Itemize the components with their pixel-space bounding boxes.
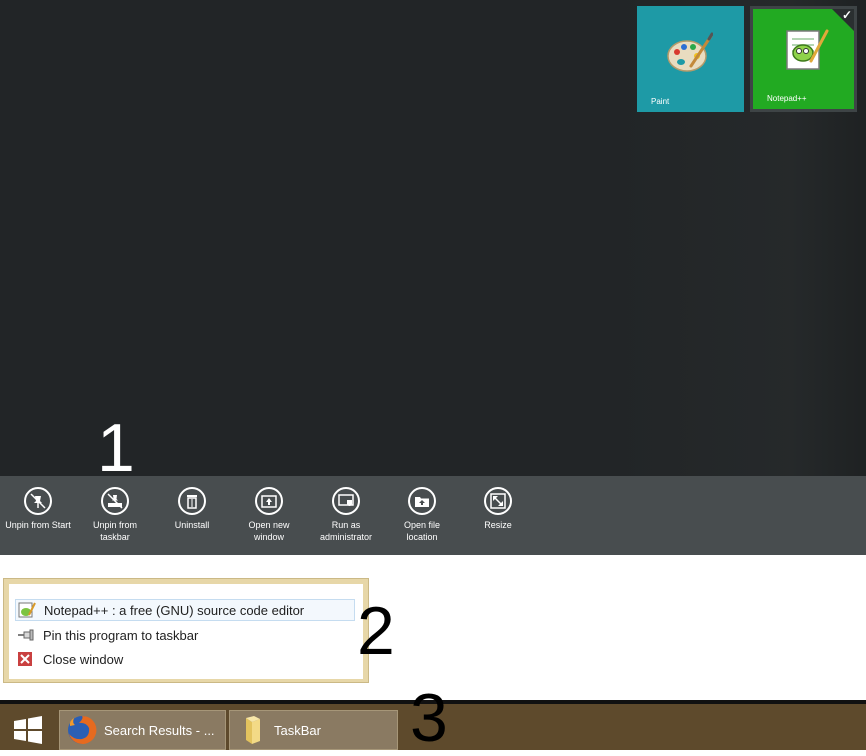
firefox-icon — [66, 714, 98, 746]
unpin-start-icon — [30, 493, 46, 509]
unpin-from-start-button[interactable]: Unpin from Start — [0, 487, 78, 531]
annotation-number-1: 1 — [97, 410, 135, 476]
resize-button[interactable]: Resize — [458, 487, 538, 531]
run-as-administrator-button[interactable]: Run as administrator — [306, 487, 386, 543]
taskbar-button-folder[interactable]: TaskBar — [229, 710, 398, 750]
open-new-window-button[interactable]: Open new window — [229, 487, 309, 543]
jump-list-item-label: Notepad++ : a free (GNU) source code edi… — [44, 602, 305, 618]
tile-label: Paint — [651, 97, 670, 106]
command-label: Resize — [484, 520, 512, 530]
start-button[interactable] — [10, 713, 46, 747]
tile-label: Notepad++ — [767, 94, 807, 103]
trash-icon — [187, 495, 197, 509]
jump-list-body: Notepad++ : a free (GNU) source code edi… — [9, 584, 363, 679]
resize-icon — [490, 493, 506, 509]
command-label: Unpin from taskbar — [92, 520, 137, 542]
close-icon — [17, 651, 35, 667]
admin-shield-icon — [338, 494, 354, 506]
checkmark-icon: ✓ — [841, 8, 852, 22]
command-label: Run as administrator — [319, 520, 373, 542]
taskbar-button-label: TaskBar — [274, 722, 321, 738]
pin-icon — [17, 627, 35, 643]
folder-open-icon — [415, 497, 429, 507]
paint-palette-icon — [667, 32, 714, 81]
open-file-location-button[interactable]: Open file location — [382, 487, 462, 543]
uninstall-button[interactable]: Uninstall — [152, 487, 232, 531]
tile-paint[interactable]: Paint — [637, 6, 744, 112]
command-label: Open file location — [403, 520, 441, 542]
jump-list-item-notepadpp[interactable]: Notepad++ : a free (GNU) source code edi… — [15, 599, 355, 621]
folder-icon — [236, 714, 268, 746]
start-screen: Paint ✓ Notepad++ 1 — [0, 0, 866, 476]
command-label: Open new window — [248, 520, 290, 542]
jump-list-item-label: Pin this program to taskbar — [43, 627, 199, 643]
command-label: Uninstall — [174, 520, 210, 530]
notepadpp-icon — [18, 602, 36, 618]
jump-list-item-pin[interactable]: Pin this program to taskbar — [17, 624, 198, 646]
command-label: Unpin from Start — [5, 520, 71, 530]
windows-logo-icon — [14, 716, 42, 744]
annotation-number-3: 3 — [410, 680, 448, 756]
new-window-icon — [261, 495, 277, 508]
unpin-from-taskbar-button[interactable]: Unpin from taskbar — [75, 487, 155, 543]
annotation-number-2: 2 — [357, 593, 395, 669]
unpin-taskbar-icon — [107, 493, 123, 509]
taskbar-button-label: Search Results - ... — [104, 722, 215, 738]
jump-list-item-label: Close window — [43, 651, 124, 667]
notepadpp-chameleon-icon — [781, 25, 829, 78]
tile-notepadpp[interactable]: ✓ Notepad++ — [750, 6, 857, 112]
taskbar-jump-list: Notepad++ : a free (GNU) source code edi… — [3, 578, 369, 683]
taskbar-button-firefox[interactable]: Search Results - ... — [59, 710, 226, 750]
jump-list-item-close[interactable]: Close window — [17, 648, 123, 670]
app-bar: Unpin from Start Unpin from taskbar Unin… — [0, 476, 866, 555]
